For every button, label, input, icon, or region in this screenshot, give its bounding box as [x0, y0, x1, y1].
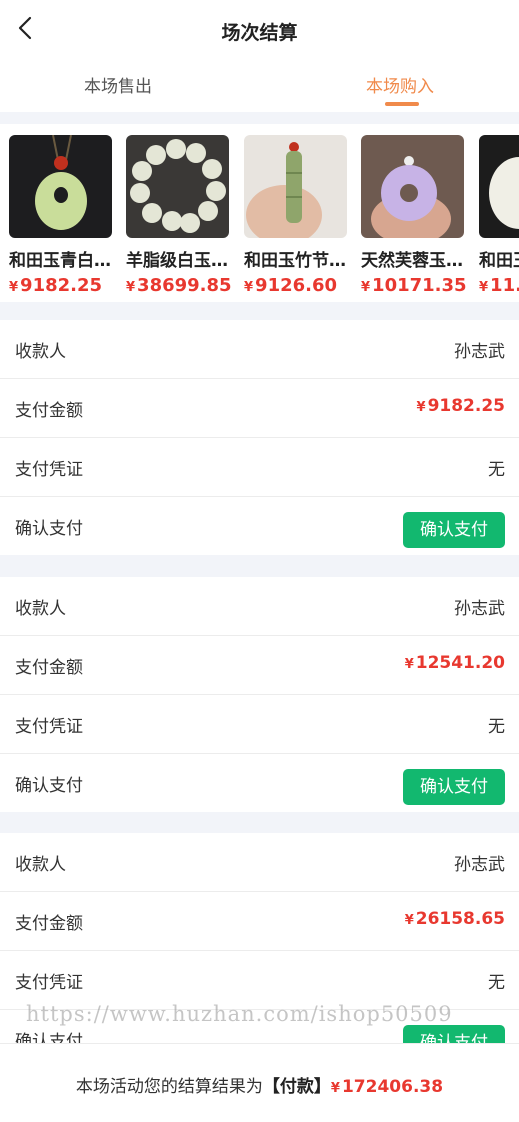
goods-item[interactable]: 和田玉 ¥11...: [479, 135, 519, 296]
payment-card: 收款人 孙志武 支付金额 ¥12541.20 支付凭证 无 确认支付 确认支付: [0, 577, 519, 812]
amount-label: 支付金额: [15, 658, 83, 678]
payee-label: 收款人: [15, 599, 66, 619]
goods-name: 和田玉: [479, 251, 519, 271]
goods-item[interactable]: 天然芙蓉玉平安扣 ¥10171.35: [361, 135, 467, 296]
confirm-row: 确认支付 确认支付: [0, 754, 519, 812]
tab-bar: 本场售出 本场购入: [0, 60, 519, 112]
confirm-label: 确认支付: [15, 519, 83, 539]
summary-total: ¥172406.38: [330, 1077, 444, 1097]
goods-item[interactable]: 羊脂级白玉手串 ¥38699.85: [126, 135, 232, 296]
voucher-value: 无: [488, 973, 505, 993]
tab-sold[interactable]: 本场售出: [84, 72, 152, 97]
payee-row: 收款人 孙志武: [0, 577, 519, 636]
goods-price: ¥9126.60: [244, 275, 338, 296]
goods-name: 和田玉竹节吊坠: [244, 251, 348, 271]
voucher-label: 支付凭证: [15, 973, 83, 993]
goods-price: ¥10171.35: [361, 275, 467, 296]
payment-card: 收款人 孙志武 支付金额 ¥9182.25 支付凭证 无 确认支付 确认支付: [0, 320, 519, 555]
payee-label: 收款人: [15, 342, 66, 362]
payee-value: 孙志武: [454, 342, 505, 362]
voucher-row: 支付凭证 无: [0, 438, 519, 497]
goods-price: ¥9182.25: [9, 275, 103, 296]
summary-prefix: 本场活动您的结算结果为: [75, 1077, 263, 1097]
voucher-label: 支付凭证: [15, 460, 83, 480]
confirm-label: 确认支付: [15, 776, 83, 796]
goods-image: [244, 135, 347, 238]
goods-strip[interactable]: 和田玉青白玉平安扣 ¥9182.25 羊脂级白玉手串 ¥38699.85: [0, 124, 519, 302]
voucher-value: 无: [488, 717, 505, 737]
amount-row: 支付金额 ¥9182.25: [0, 379, 519, 438]
summary-result: 【付款】: [262, 1077, 331, 1097]
goods-price: ¥11...: [479, 275, 519, 296]
payee-row: 收款人 孙志武: [0, 320, 519, 379]
goods-image: [479, 135, 519, 238]
voucher-value: 无: [488, 460, 505, 480]
goods-image: [9, 135, 112, 238]
amount-row: 支付金额 ¥26158.65: [0, 892, 519, 951]
confirm-payment-button[interactable]: 确认支付: [403, 512, 505, 548]
amount-value: ¥26158.65: [404, 909, 505, 929]
voucher-row: 支付凭证 无: [0, 695, 519, 754]
voucher-label: 支付凭证: [15, 717, 83, 737]
watermark: https://www.huzhan.com/ishop50509: [26, 1002, 453, 1026]
payee-value: 孙志武: [454, 855, 505, 875]
payee-label: 收款人: [15, 855, 66, 875]
goods-name: 天然芙蓉玉平安扣: [361, 251, 465, 271]
goods-item[interactable]: 和田玉竹节吊坠 ¥9126.60: [244, 135, 348, 296]
tab-bought[interactable]: 本场购入: [366, 72, 434, 97]
amount-value: ¥9182.25: [416, 396, 505, 416]
settlement-summary: 本场活动您的结算结果为【付款】¥ 172406.38: [0, 1072, 519, 1097]
confirm-payment-button[interactable]: 确认支付: [403, 769, 505, 805]
goods-image: [361, 135, 464, 238]
page-title: 场次结算: [221, 22, 298, 44]
payment-card: 收款人 孙志武 支付金额 ¥26158.65 支付凭证 无 确认支付 确认支付: [0, 833, 519, 1068]
amount-label: 支付金额: [15, 401, 83, 421]
payee-value: 孙志武: [454, 599, 505, 619]
confirm-row: 确认支付 确认支付: [0, 497, 519, 555]
goods-image: [126, 135, 229, 238]
settlement-footer: 本场活动您的结算结果为【付款】¥ 172406.38: [0, 1043, 519, 1122]
active-tab-indicator: [385, 102, 419, 106]
goods-item[interactable]: 和田玉青白玉平安扣 ¥9182.25: [9, 135, 113, 296]
header: 场次结算: [0, 0, 519, 60]
amount-label: 支付金额: [15, 914, 83, 934]
goods-price: ¥38699.85: [126, 275, 232, 296]
goods-name: 羊脂级白玉手串: [126, 251, 230, 271]
amount-row: 支付金额 ¥12541.20: [0, 636, 519, 695]
amount-value: ¥12541.20: [404, 653, 505, 673]
goods-name: 和田玉青白玉平安扣: [9, 251, 113, 271]
payee-row: 收款人 孙志武: [0, 833, 519, 892]
